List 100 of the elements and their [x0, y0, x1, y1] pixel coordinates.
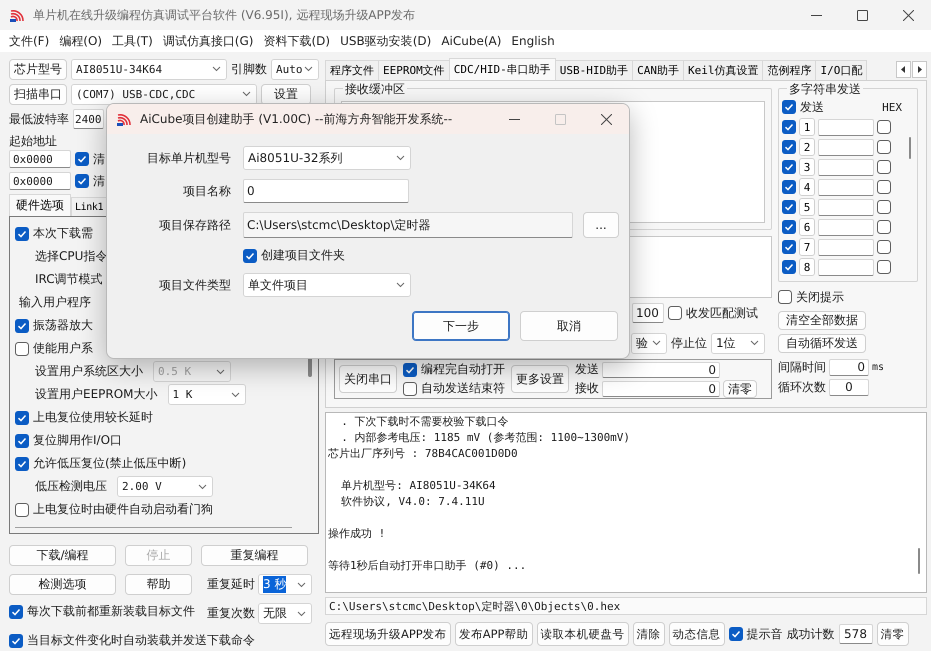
toolbar-button[interactable]: 发布APP帮助 [454, 622, 532, 646]
tab[interactable]: 硬件选项 [9, 194, 71, 216]
checkbox[interactable] [75, 174, 89, 188]
checkbox[interactable] [9, 634, 23, 648]
checkbox[interactable] [668, 306, 682, 320]
toolbar-button[interactable]: 远程现场升级APP发布 [325, 622, 451, 646]
send-string-field[interactable] [818, 218, 874, 236]
checkbox[interactable] [243, 248, 257, 262]
checkbox[interactable] [9, 604, 23, 618]
tab[interactable]: I/O口配 [815, 60, 868, 80]
toolbar-button[interactable]: 清除 [632, 622, 664, 646]
send-button[interactable]: 7 [799, 238, 815, 256]
checkbox[interactable] [15, 226, 29, 240]
menu-item[interactable]: 工具(T) [107, 31, 158, 51]
send-button[interactable]: 5 [799, 198, 815, 216]
checkbox[interactable] [15, 318, 29, 332]
path-field[interactable]: C:\Users\stcmc\Desktop\定时器 [243, 212, 573, 238]
counter-field[interactable]: 0 [602, 380, 720, 396]
text-field[interactable]: 0 [243, 179, 409, 203]
more-settings-button[interactable]: 更多设置 [511, 365, 569, 393]
address-field[interactable]: 0x0000 [9, 172, 71, 190]
checkbox[interactable] [782, 100, 796, 114]
menu-item[interactable]: 调试仿真接口(G) [158, 31, 258, 51]
dropdown[interactable]: 1 K [168, 384, 246, 405]
send-string-field[interactable] [818, 238, 874, 256]
timeout-field[interactable]: 100 [632, 303, 664, 323]
checkbox[interactable] [782, 120, 796, 134]
clear-button[interactable]: 清零 [723, 380, 757, 398]
checkbox[interactable] [782, 260, 796, 274]
baud-field[interactable]: 2400 [73, 109, 104, 129]
dropdown[interactable]: Ai8051U-32系列 [243, 146, 411, 170]
send-string-field[interactable] [818, 118, 874, 136]
checkbox[interactable] [877, 120, 891, 134]
scroll-right-button[interactable] [912, 60, 927, 78]
menu-item[interactable]: 文件(F) [4, 31, 54, 51]
send-string-field[interactable] [818, 138, 874, 156]
checkbox[interactable] [877, 260, 891, 274]
dropdown[interactable]: (COM7) USB-CDC,CDC [71, 84, 257, 104]
menu-item[interactable]: AiCube(A) [436, 31, 506, 51]
checkbox[interactable] [15, 456, 29, 470]
dialog-button[interactable]: 取消 [520, 311, 618, 341]
dialog-button[interactable]: 下一步 [412, 311, 510, 341]
dropdown[interactable]: 1位 [711, 332, 765, 354]
counter-field[interactable]: 0 [602, 362, 720, 378]
checkbox[interactable] [15, 502, 29, 516]
chip-model-button[interactable]: 芯片型号 [9, 58, 67, 80]
action-button[interactable]: 检测选项 [9, 574, 116, 595]
interval-field[interactable]: 0 [829, 358, 869, 376]
action-button[interactable]: 重复编程 [201, 545, 308, 566]
menu-item[interactable]: 编程(O) [54, 31, 108, 51]
menu-item[interactable]: English [506, 31, 560, 51]
tab[interactable]: 程序文件 [325, 60, 379, 80]
checkbox[interactable] [782, 180, 796, 194]
address-field[interactable]: 0x0000 [9, 150, 71, 168]
checkbox[interactable] [782, 200, 796, 214]
checkbox[interactable] [782, 140, 796, 154]
dropdown[interactable]: 单文件项目 [243, 273, 411, 297]
dropdown[interactable]: Auto [271, 58, 319, 80]
multi-send-button[interactable]: 自动循环发送 [778, 334, 866, 353]
menu-item[interactable]: USB驱动安装(D) [335, 31, 436, 51]
checkbox[interactable] [15, 410, 29, 424]
checkbox[interactable] [877, 220, 891, 234]
send-string-field[interactable] [818, 178, 874, 196]
send-button[interactable]: 8 [799, 258, 815, 276]
checkbox[interactable] [778, 290, 792, 304]
send-button[interactable]: 4 [799, 178, 815, 196]
send-string-field[interactable] [818, 198, 874, 216]
action-button[interactable]: 帮助 [125, 574, 192, 595]
checkbox[interactable] [782, 160, 796, 174]
checkbox[interactable] [877, 180, 891, 194]
checkbox[interactable] [782, 220, 796, 234]
browse-button[interactable]: ... [583, 212, 619, 238]
scan-port-button[interactable]: 扫描串口 [9, 84, 67, 104]
scroll-left-button[interactable] [896, 60, 911, 78]
action-button[interactable]: 下载/编程 [9, 545, 116, 566]
send-button[interactable]: 6 [799, 218, 815, 236]
checkbox[interactable] [877, 140, 891, 154]
menu-item[interactable]: 资料下载(D) [258, 31, 336, 51]
settings-button[interactable]: 设置 [261, 84, 311, 104]
tab[interactable]: CDC/HID-串口助手 [448, 58, 556, 80]
checkbox[interactable] [403, 362, 417, 376]
checkbox[interactable] [15, 434, 29, 448]
dropdown[interactable]: 3 秒 [258, 574, 312, 595]
send-button[interactable]: 3 [799, 158, 815, 176]
clear-button[interactable]: 清零 [876, 622, 908, 646]
send-string-field[interactable] [818, 258, 874, 276]
checkbox[interactable] [877, 240, 891, 254]
send-string-field[interactable] [818, 158, 874, 176]
dropdown[interactable]: 无限 [258, 603, 312, 624]
multi-send-button[interactable]: 清空全部数据 [778, 311, 866, 330]
success-count-field[interactable]: 578 [838, 624, 872, 644]
checkbox[interactable] [15, 342, 29, 356]
dropdown[interactable]: 2.00 V [117, 476, 213, 497]
close-port-button[interactable]: 关闭串口 [339, 365, 397, 393]
checkbox[interactable] [728, 627, 742, 641]
checkbox[interactable] [75, 152, 89, 166]
toolbar-button[interactable]: 读取本机硬盘号 [536, 622, 628, 646]
dropdown[interactable]: 验 [631, 332, 667, 354]
toolbar-button[interactable]: 动态信息 [668, 622, 724, 646]
loop-count-field[interactable]: 0 [829, 378, 869, 396]
